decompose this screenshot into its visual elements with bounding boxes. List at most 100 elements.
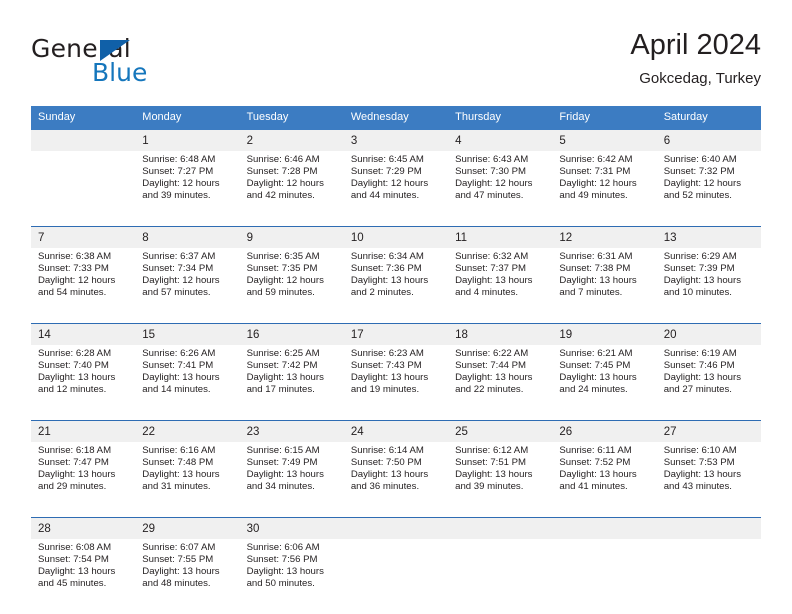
sunrise-text: Sunrise: 6:48 AM xyxy=(142,154,216,165)
sunset-text: Sunset: 7:39 PM xyxy=(663,263,735,275)
sunrise-text: Sunrise: 6:34 AM xyxy=(350,251,424,262)
daylight-text: Daylight: 13 hours xyxy=(559,469,637,481)
sunset-text: Sunset: 7:28 PM xyxy=(246,166,318,178)
day-detail-cell: Sunrise: 6:22 AM Sunset: 7:44 PM Daylight:… xyxy=(448,345,553,421)
day-number-cell[interactable]: 15 xyxy=(135,323,240,345)
sunrise-text: Sunrise: 6:23 AM xyxy=(350,348,424,359)
day-number-cell[interactable]: 29 xyxy=(135,517,240,539)
sunset-text: Sunset: 7:52 PM xyxy=(559,457,631,469)
calendar-header-row: Sunday Monday Tuesday Wednesday Thursday… xyxy=(31,106,761,130)
daylight-text-cont: and 59 minutes. xyxy=(246,287,315,299)
daylight-text: Daylight: 12 hours xyxy=(246,178,324,190)
daylight-text-cont: and 24 minutes. xyxy=(559,384,628,396)
day-detail-cell: Sunrise: 6:08 AM Sunset: 7:54 PM Daylight:… xyxy=(31,539,136,614)
day-detail-cell: Sunrise: 6:07 AM Sunset: 7:55 PM Daylight:… xyxy=(135,539,240,614)
sunset-text: Sunset: 7:51 PM xyxy=(455,457,527,469)
day-number-cell[interactable]: 30 xyxy=(239,517,344,539)
week-detail-row: Sunrise: 6:08 AM Sunset: 7:54 PM Daylight:… xyxy=(31,539,761,614)
day-detail-cell: Sunrise: 6:15 AM Sunset: 7:49 PM Daylight:… xyxy=(239,442,344,518)
daylight-text: Daylight: 12 hours xyxy=(350,178,429,190)
sunrise-text: Sunrise: 6:10 AM xyxy=(663,445,737,456)
weekday-header-sunday: Sunday xyxy=(31,106,136,130)
sunrise-text: Sunrise: 6:43 AM xyxy=(455,154,529,165)
sunset-text: Sunset: 7:32 PM xyxy=(663,166,735,178)
daylight-text-cont: and 2 minutes. xyxy=(350,287,414,299)
day-number-cell[interactable]: 9 xyxy=(239,226,344,248)
daylight-text-cont: and 4 minutes. xyxy=(455,287,519,299)
day-number-cell[interactable]: 3 xyxy=(343,130,449,151)
day-number-cell[interactable]: 1 xyxy=(135,130,240,151)
day-number-cell[interactable]: 17 xyxy=(343,323,449,345)
day-number-cell[interactable]: 21 xyxy=(31,420,136,442)
day-detail-cell: Sunrise: 6:19 AM Sunset: 7:46 PM Daylight:… xyxy=(656,345,761,421)
sunrise-text: Sunrise: 6:07 AM xyxy=(142,542,216,553)
sunset-text: Sunset: 7:40 PM xyxy=(38,360,109,372)
sunrise-text: Sunrise: 6:25 AM xyxy=(246,348,320,359)
day-number-cell[interactable]: 13 xyxy=(656,226,761,248)
sunrise-text: Sunrise: 6:21 AM xyxy=(559,348,633,359)
daylight-text: Daylight: 13 hours xyxy=(455,469,533,481)
day-number-cell[interactable]: 25 xyxy=(448,420,553,442)
daylight-text: Daylight: 13 hours xyxy=(38,372,116,384)
sunset-text: Sunset: 7:46 PM xyxy=(663,360,735,372)
daylight-text: Daylight: 13 hours xyxy=(559,372,637,384)
day-number-cell[interactable]: 2 xyxy=(239,130,344,151)
day-number-cell[interactable]: 14 xyxy=(31,323,136,345)
daylight-text-cont: and 36 minutes. xyxy=(350,481,420,493)
day-detail-cell: Sunrise: 6:25 AM Sunset: 7:42 PM Daylight:… xyxy=(239,345,344,421)
day-number-cell[interactable]: 18 xyxy=(448,323,553,345)
daylight-text: Daylight: 12 hours xyxy=(142,178,220,190)
week-daynumber-row: 7 8 9 10 11 12 13 xyxy=(31,226,761,248)
daylight-text-cont: and 39 minutes. xyxy=(142,190,211,202)
day-number-cell[interactable]: 28 xyxy=(31,517,136,539)
sunrise-text: Sunrise: 6:22 AM xyxy=(455,348,529,359)
sunrise-text: Sunrise: 6:26 AM xyxy=(142,348,216,359)
sunrise-text: Sunrise: 6:31 AM xyxy=(559,251,633,262)
daylight-text: Daylight: 13 hours xyxy=(246,372,324,384)
general-blue-logo[interactable]: General Blue xyxy=(31,34,251,90)
day-number-cell[interactable]: 27 xyxy=(656,420,761,442)
day-number-cell[interactable]: 24 xyxy=(343,420,449,442)
calendar-table: Sunday Monday Tuesday Wednesday Thursday… xyxy=(31,106,761,614)
daylight-text: Daylight: 13 hours xyxy=(559,275,637,287)
sunset-text: Sunset: 7:31 PM xyxy=(559,166,631,178)
sunrise-text: Sunrise: 6:29 AM xyxy=(663,251,737,262)
daylight-text-cont: and 7 minutes. xyxy=(559,287,623,299)
sunrise-text: Sunrise: 6:19 AM xyxy=(663,348,737,359)
day-number-cell[interactable]: 10 xyxy=(343,226,449,248)
day-number-cell[interactable]: 7 xyxy=(31,226,136,248)
day-detail-cell-empty xyxy=(343,539,449,614)
daylight-text-cont: and 41 minutes. xyxy=(559,481,628,493)
sunrise-text: Sunrise: 6:06 AM xyxy=(246,542,320,553)
sunset-text: Sunset: 7:47 PM xyxy=(38,457,109,469)
week-daynumber-row: 21 22 23 24 25 26 27 xyxy=(31,420,761,442)
daylight-text: Daylight: 13 hours xyxy=(455,275,533,287)
day-number-cell[interactable]: 16 xyxy=(239,323,344,345)
day-number-cell-empty xyxy=(656,517,761,539)
day-number-cell[interactable]: 11 xyxy=(448,226,553,248)
daylight-text: Daylight: 13 hours xyxy=(142,372,220,384)
day-detail-cell: Sunrise: 6:37 AM Sunset: 7:34 PM Daylight:… xyxy=(135,248,240,324)
daylight-text-cont: and 45 minutes. xyxy=(38,578,107,590)
week-detail-row: Sunrise: 6:18 AM Sunset: 7:47 PM Daylight:… xyxy=(31,442,761,518)
day-number-cell[interactable]: 20 xyxy=(656,323,761,345)
sunset-text: Sunset: 7:50 PM xyxy=(350,457,422,469)
day-number-cell[interactable]: 19 xyxy=(552,323,657,345)
day-number-cell[interactable]: 8 xyxy=(135,226,240,248)
day-detail-cell: Sunrise: 6:40 AM Sunset: 7:32 PM Daylight:… xyxy=(656,151,761,227)
day-number-cell[interactable]: 6 xyxy=(656,130,761,151)
sunset-text: Sunset: 7:38 PM xyxy=(559,263,631,275)
sunrise-text: Sunrise: 6:28 AM xyxy=(38,348,112,359)
day-detail-cell: Sunrise: 6:28 AM Sunset: 7:40 PM Daylight:… xyxy=(31,345,136,421)
day-number-cell[interactable]: 4 xyxy=(448,130,553,151)
daylight-text: Daylight: 13 hours xyxy=(350,275,429,287)
page-header: General Blue April 2024 Gokcedag, Turkey xyxy=(31,28,761,90)
daylight-text-cont: and 52 minutes. xyxy=(663,190,732,202)
day-number-cell[interactable]: 23 xyxy=(239,420,344,442)
day-number-cell[interactable]: 5 xyxy=(552,130,657,151)
day-number-cell[interactable]: 26 xyxy=(552,420,657,442)
day-number-cell-empty xyxy=(552,517,657,539)
day-number-cell[interactable]: 22 xyxy=(135,420,240,442)
day-number-cell[interactable]: 12 xyxy=(552,226,657,248)
day-detail-cell-empty xyxy=(552,539,657,614)
